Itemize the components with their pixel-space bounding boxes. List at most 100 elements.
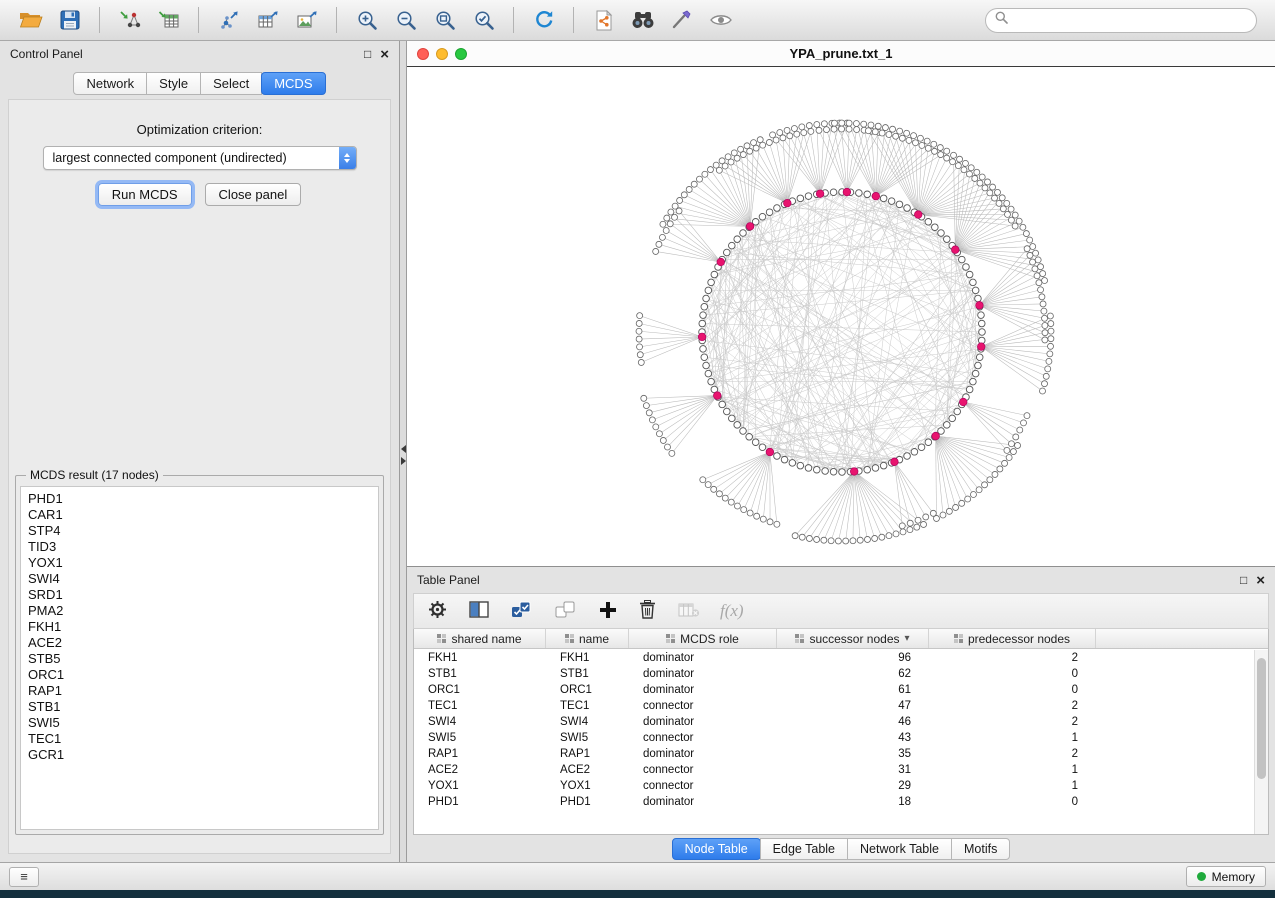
select-all-button[interactable] — [509, 599, 535, 624]
delete-table-button[interactable] — [676, 600, 702, 623]
tab-mcds[interactable]: MCDS — [261, 72, 325, 95]
cell-name: STB1 — [546, 668, 629, 680]
mcds-result-item[interactable]: CAR1 — [28, 507, 371, 523]
show-hide-button[interactable] — [702, 4, 739, 36]
splitter-collapse-handles[interactable] — [401, 445, 406, 465]
zoom-in-button[interactable] — [348, 4, 385, 36]
memory-button[interactable]: Memory — [1186, 866, 1266, 887]
table-row[interactable]: SWI5SWI5connector431 — [414, 730, 1254, 746]
mcds-result-item[interactable]: YOX1 — [28, 555, 371, 571]
status-bar: ≡ Memory — [0, 862, 1275, 890]
mac-zoom-button[interactable] — [455, 48, 467, 60]
find-button[interactable] — [624, 4, 661, 36]
search-box[interactable] — [985, 8, 1257, 33]
export-table-button[interactable] — [249, 4, 286, 36]
close-icon[interactable]: × — [380, 47, 389, 62]
save-button[interactable] — [51, 4, 88, 36]
table-row[interactable]: YOX1YOX1connector291 — [414, 778, 1254, 794]
mcds-result-item[interactable]: PHD1 — [28, 491, 371, 507]
criterion-dropdown[interactable]: largest connected component (undirected) — [43, 146, 357, 170]
graphics-details-button[interactable] — [663, 4, 700, 36]
tab-select[interactable]: Select — [200, 72, 262, 95]
tab-motifs[interactable]: Motifs — [951, 838, 1010, 860]
mac-close-button[interactable] — [417, 48, 429, 60]
export-network-button[interactable] — [210, 4, 247, 36]
cell-name: PHD1 — [546, 796, 629, 808]
table-row[interactable]: PHD1PHD1dominator180 — [414, 794, 1254, 810]
mcds-result-item[interactable]: TEC1 — [28, 731, 371, 747]
cell-predecessor-nodes: 0 — [929, 684, 1096, 696]
mcds-result-item[interactable]: ACE2 — [28, 635, 371, 651]
column-header-shared-name[interactable]: shared name — [414, 629, 546, 648]
tab-network-table[interactable]: Network Table — [847, 838, 952, 860]
zoom-selected-button[interactable] — [465, 4, 502, 36]
network-canvas[interactable] — [407, 67, 1275, 566]
mcds-result-item[interactable]: TID3 — [28, 539, 371, 555]
mcds-result-item[interactable]: ORC1 — [28, 667, 371, 683]
import-network-button[interactable] — [111, 4, 148, 36]
column-header-successor-nodes[interactable]: successor nodes▾ — [777, 629, 929, 648]
mcds-result-item[interactable]: GCR1 — [28, 747, 371, 763]
mcds-result-item[interactable]: RAP1 — [28, 683, 371, 699]
mcds-result-item[interactable]: PMA2 — [28, 603, 371, 619]
mcds-result-item[interactable]: SWI5 — [28, 715, 371, 731]
document-button[interactable] — [585, 4, 622, 36]
table-scrollbar[interactable] — [1254, 650, 1268, 834]
table-row[interactable]: RAP1RAP1dominator352 — [414, 746, 1254, 762]
delete-column-button[interactable] — [637, 598, 658, 624]
float-icon[interactable]: □ — [364, 48, 371, 60]
table-row[interactable]: SWI4SWI4dominator462 — [414, 714, 1254, 730]
cell-successor-nodes: 43 — [777, 732, 929, 744]
document-share-icon — [594, 10, 614, 31]
close-panel-button[interactable]: Close panel — [205, 183, 302, 206]
mcds-result-item[interactable]: SWI4 — [28, 571, 371, 587]
column-header-MCDS-role[interactable]: MCDS role — [629, 629, 777, 648]
function-builder-button[interactable]: f(x) — [720, 601, 744, 621]
mcds-result-list[interactable]: PHD1CAR1STP4TID3YOX1SWI4SRD1PMA2FKH1ACE2… — [20, 486, 379, 830]
add-column-button[interactable] — [597, 599, 619, 624]
table-row[interactable]: FKH1FKH1dominator962 — [414, 650, 1254, 666]
column-type-icon — [666, 634, 675, 643]
tab-edge-table[interactable]: Edge Table — [760, 838, 848, 860]
tab-network[interactable]: Network — [73, 72, 147, 95]
deselect-all-button[interactable] — [553, 599, 579, 624]
tab-style[interactable]: Style — [146, 72, 201, 95]
export-image-icon — [296, 10, 318, 30]
zoom-fit-icon — [434, 9, 456, 31]
column-header-name[interactable]: name — [546, 629, 629, 648]
cell-predecessor-nodes: 1 — [929, 732, 1096, 744]
vertical-splitter[interactable] — [400, 41, 407, 862]
refresh-button[interactable] — [525, 4, 562, 36]
zoom-out-button[interactable] — [387, 4, 424, 36]
column-header-predecessor-nodes[interactable]: predecessor nodes — [929, 629, 1096, 648]
table-settings-button[interactable] — [426, 598, 449, 624]
mcds-result-item[interactable]: SRD1 — [28, 587, 371, 603]
table-row[interactable]: TEC1TEC1connector472 — [414, 698, 1254, 714]
close-icon[interactable]: × — [1256, 573, 1265, 588]
mcds-result-item[interactable]: FKH1 — [28, 619, 371, 635]
table-row[interactable]: ORC1ORC1dominator610 — [414, 682, 1254, 698]
scrollbar-thumb[interactable] — [1257, 658, 1266, 779]
run-mcds-button[interactable]: Run MCDS — [98, 183, 192, 206]
cell-predecessor-nodes: 0 — [929, 668, 1096, 680]
open-folder-icon — [19, 10, 43, 30]
mac-minimize-button[interactable] — [436, 48, 448, 60]
cell-name: SWI4 — [546, 716, 629, 728]
open-file-button[interactable] — [12, 4, 49, 36]
mcds-result-item[interactable]: STP4 — [28, 523, 371, 539]
float-icon[interactable]: □ — [1240, 574, 1247, 586]
cell-predecessor-nodes: 2 — [929, 748, 1096, 760]
table-row[interactable]: STB1STB1dominator620 — [414, 666, 1254, 682]
mcds-result-item[interactable]: STB5 — [28, 651, 371, 667]
import-table-button[interactable] — [150, 4, 187, 36]
zoom-fit-button[interactable] — [426, 4, 463, 36]
export-image-button[interactable] — [288, 4, 325, 36]
column-header-filler — [1096, 629, 1268, 648]
menu-button[interactable]: ≡ — [9, 867, 39, 887]
tab-node-table[interactable]: Node Table — [672, 838, 761, 860]
mcds-result-item[interactable]: STB1 — [28, 699, 371, 715]
show-columns-button[interactable] — [467, 599, 491, 623]
table-row[interactable]: ACE2ACE2connector311 — [414, 762, 1254, 778]
search-input[interactable] — [1013, 13, 1247, 27]
cell-name: FKH1 — [546, 652, 629, 664]
